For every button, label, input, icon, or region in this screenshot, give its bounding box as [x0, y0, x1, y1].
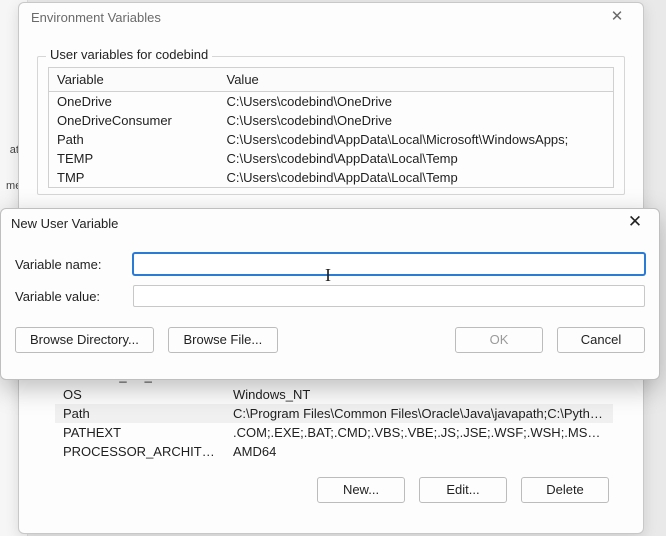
user-variables-legend: User variables for codebind [46, 47, 212, 62]
variable-value-input[interactable] [133, 285, 645, 307]
cell-val: C:\Users\codebind\AppData\Local\Temp [219, 168, 614, 188]
table-row[interactable]: PROCESSOR_ARCHITECTURE AMD64 [55, 442, 613, 461]
cell-val: C:\Users\codebind\AppData\Local\Microsof… [219, 130, 614, 149]
cell-val: C:\Users\codebind\OneDrive [219, 111, 614, 130]
table-row[interactable]: OS Windows_NT [55, 385, 613, 404]
col-value[interactable]: Value [219, 68, 614, 92]
cell-var: Path [55, 404, 225, 423]
system-edit-button[interactable]: Edit... [419, 477, 507, 503]
cell-var: OneDriveConsumer [49, 111, 219, 130]
cell-val: .COM;.EXE;.BAT;.CMD;.VBS;.VBE;.JS;.JSE;.… [225, 423, 613, 442]
new-user-variable-dialog: New User Variable ✕ Variable name: Varia… [0, 208, 660, 380]
table-row[interactable]: TEMP C:\Users\codebind\AppData\Local\Tem… [49, 149, 614, 168]
system-new-button[interactable]: New... [317, 477, 405, 503]
table-row[interactable]: PATHEXT .COM;.EXE;.BAT;.CMD;.VBS;.VBE;.J… [55, 423, 613, 442]
cell-var: OneDrive [49, 92, 219, 112]
cell-val: C:\Users\codebind\AppData\Local\Temp [219, 149, 614, 168]
cell-val: C:\Users\codebind\OneDrive [219, 92, 614, 112]
variable-name-input[interactable] [133, 253, 645, 275]
variable-value-label: Variable value: [15, 289, 133, 304]
close-icon: ✕ [628, 212, 642, 231]
cell-val: C:\Program Files\Common Files\Oracle\Jav… [225, 404, 613, 423]
ok-button[interactable]: OK [455, 327, 543, 353]
newvar-title: New User Variable [11, 216, 118, 231]
user-variables-table[interactable]: Variable Value OneDrive C:\Users\codebin… [48, 67, 614, 188]
col-variable[interactable]: Variable [49, 68, 219, 92]
cell-var: TMP [49, 168, 219, 188]
cell-val: AMD64 [225, 442, 613, 461]
cell-var: PROCESSOR_ARCHITECTURE [55, 442, 225, 461]
cell-val: Windows_NT [225, 385, 613, 404]
cell-var: Path [49, 130, 219, 149]
env-close-button[interactable]: ✕ [597, 3, 637, 31]
table-row[interactable]: OneDrive C:\Users\codebind\OneDrive [49, 92, 614, 112]
variable-name-label: Variable name: [15, 257, 133, 272]
table-row[interactable]: OneDriveConsumer C:\Users\codebind\OneDr… [49, 111, 614, 130]
table-row[interactable]: TMP C:\Users\codebind\AppData\Local\Temp [49, 168, 614, 188]
cell-var: TEMP [49, 149, 219, 168]
env-title: Environment Variables [31, 10, 161, 25]
cell-var: OS [55, 385, 225, 404]
table-row[interactable]: Path C:\Users\codebind\AppData\Local\Mic… [49, 130, 614, 149]
newvar-close-button[interactable]: ✕ [615, 209, 655, 237]
newvar-titlebar: New User Variable ✕ [1, 209, 659, 239]
browse-directory-button[interactable]: Browse Directory... [15, 327, 154, 353]
cancel-button[interactable]: Cancel [557, 327, 645, 353]
user-variables-group: User variables for codebind Variable Val… [37, 56, 625, 195]
env-titlebar: Environment Variables ✕ [19, 3, 643, 34]
cell-var: PATHEXT [55, 423, 225, 442]
browse-file-button[interactable]: Browse File... [168, 327, 278, 353]
table-row[interactable]: Path C:\Program Files\Common Files\Oracl… [55, 404, 613, 423]
close-icon: ✕ [611, 8, 624, 25]
system-delete-button[interactable]: Delete [521, 477, 609, 503]
